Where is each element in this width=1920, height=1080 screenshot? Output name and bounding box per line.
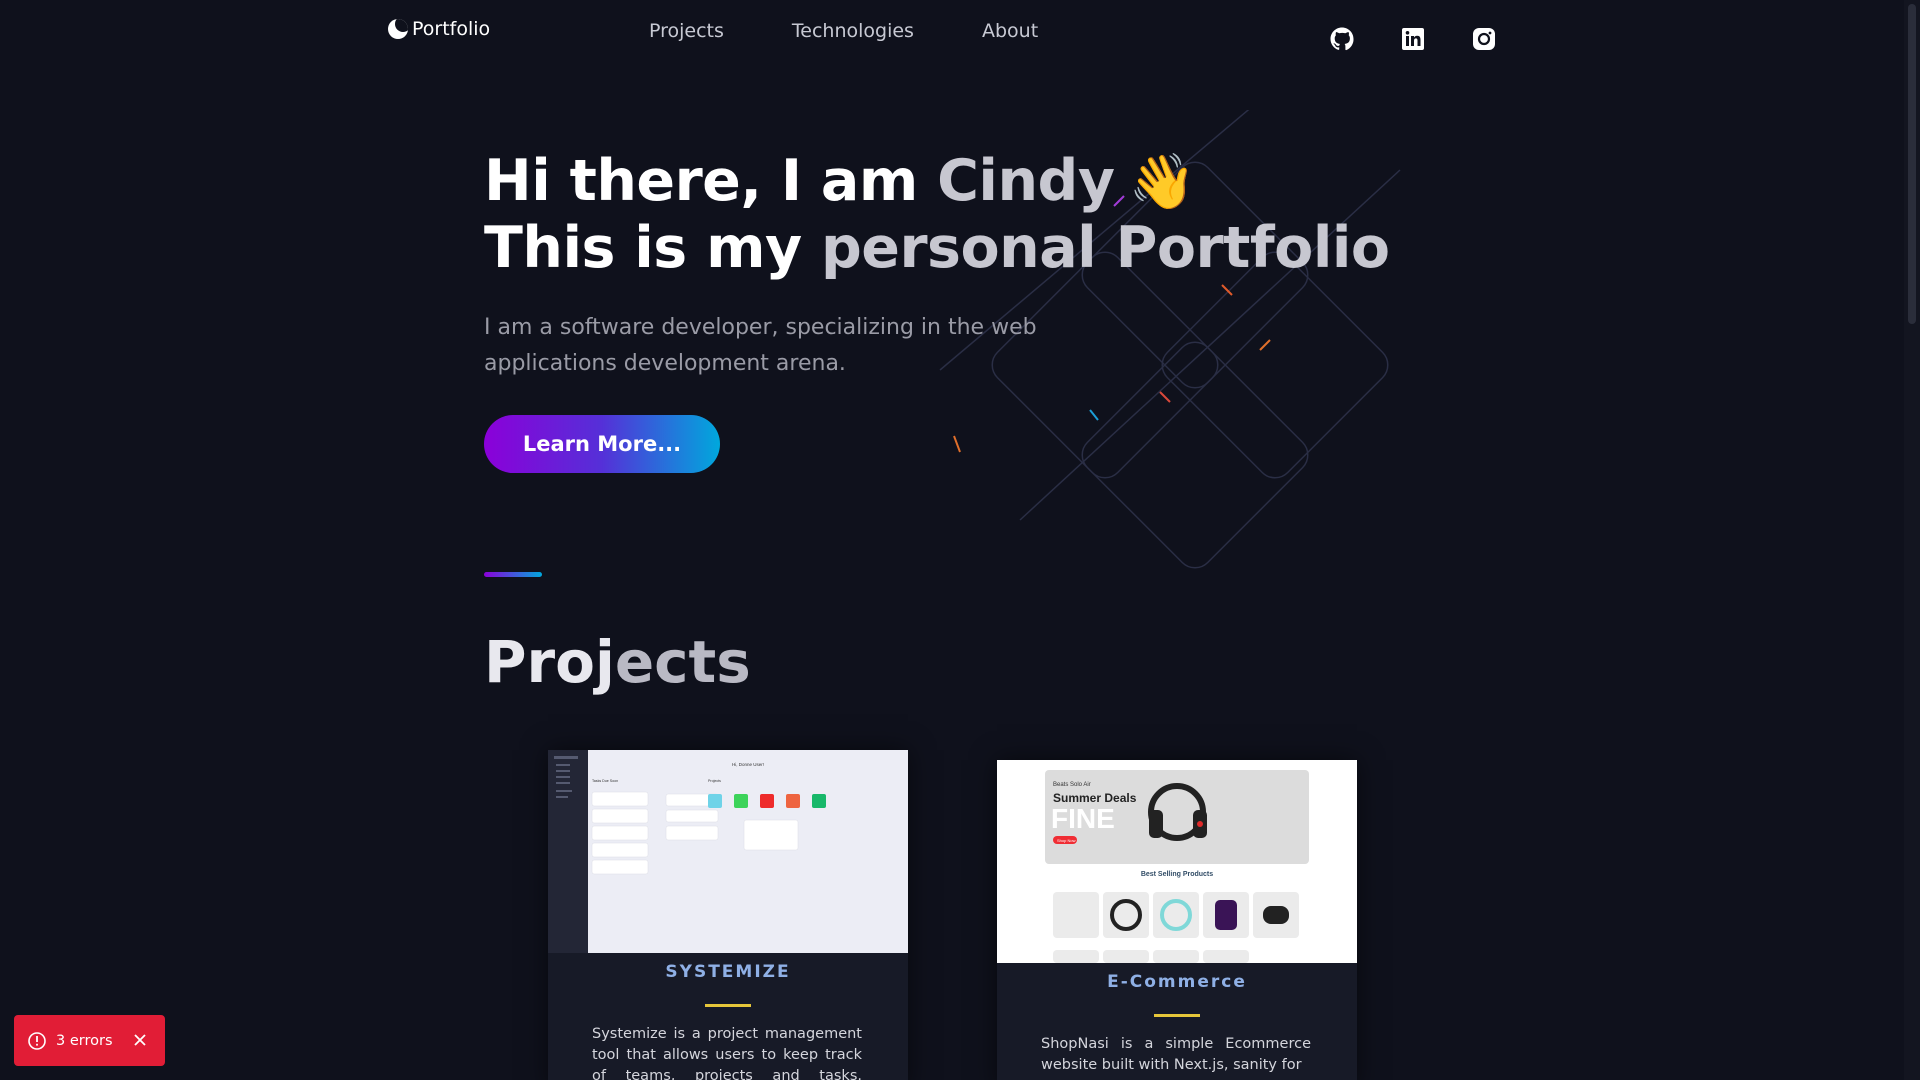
project-title: E-Commerce	[1107, 972, 1247, 992]
project-description: Systemize is a project management tool t…	[592, 1026, 862, 1080]
svg-text:Beats Solo Air: Beats Solo Air	[1053, 782, 1091, 788]
svg-text:Projects: Projects	[708, 779, 721, 783]
svg-text:Hi, Donne User!: Hi, Donne User!	[732, 762, 764, 767]
nav-links: Projects Technologies About	[649, 20, 1038, 42]
linkedin-icon[interactable]	[1401, 27, 1425, 51]
error-count: 3 errors	[56, 1032, 113, 1049]
waving-hand-icon: 👋	[1128, 150, 1196, 213]
hero-line2-highlight: personal Portfolio	[820, 215, 1390, 281]
scrollbar-thumb[interactable]	[1908, 4, 1916, 324]
systemize-screenshot: Hi, Donne User! Tasks Due Soon Projects	[548, 750, 908, 953]
svg-text:Best Selling Products: Best Selling Products	[1141, 871, 1213, 878]
hero-name: Cindy	[937, 148, 1115, 214]
nav-link-about[interactable]: About	[982, 20, 1038, 42]
project-title: SYSTEMIZE	[665, 962, 791, 982]
svg-text:Shop Now: Shop Now	[1057, 838, 1076, 843]
portfolio-logo-icon	[388, 19, 408, 39]
title-underline	[1154, 1014, 1200, 1017]
projects-section-title: Projects	[484, 628, 751, 696]
hero-subtitle: I am a software developer, specializing …	[484, 315, 1037, 376]
learn-more-button[interactable]: Learn More...	[484, 415, 720, 473]
error-toast[interactable]: 3 errors	[14, 1015, 165, 1066]
alert-circle-icon	[28, 1031, 46, 1050]
project-card-ecommerce[interactable]: Beats Solo Air Summer Deals FINE Shop No…	[997, 760, 1357, 1080]
brand-logo[interactable]: Portfolio	[388, 18, 490, 40]
portfolio-page: Portfolio Projects Technologies About Hi…	[0, 0, 1904, 1080]
hero-line2-text: This is my	[484, 215, 821, 281]
svg-text:FINE: FINE	[1051, 803, 1115, 834]
vertical-scrollbar[interactable]	[1904, 0, 1920, 1080]
project-description: ShopNasi is a simple Ecommerce website b…	[1041, 1036, 1311, 1073]
hero-heading: Hi there, I am Cindy 👋 This is my persona…	[484, 148, 1390, 281]
instagram-icon[interactable]	[1472, 27, 1496, 51]
project-card-systemize[interactable]: Hi, Donne User! Tasks Due Soon Projects	[548, 750, 908, 1080]
section-divider	[484, 572, 542, 577]
ecommerce-screenshot: Beats Solo Air Summer Deals FINE Shop No…	[997, 760, 1357, 963]
top-navigation: Portfolio Projects Technologies About	[0, 0, 1904, 64]
svg-text:Tasks Due Soon: Tasks Due Soon	[592, 779, 618, 783]
github-icon[interactable]	[1330, 27, 1354, 51]
nav-link-technologies[interactable]: Technologies	[792, 20, 914, 42]
hero-line1-text: Hi there, I am	[484, 148, 938, 214]
brand-name: Portfolio	[412, 18, 491, 40]
title-underline	[705, 1004, 751, 1007]
close-icon[interactable]	[133, 1033, 147, 1047]
nav-link-projects[interactable]: Projects	[649, 20, 724, 42]
